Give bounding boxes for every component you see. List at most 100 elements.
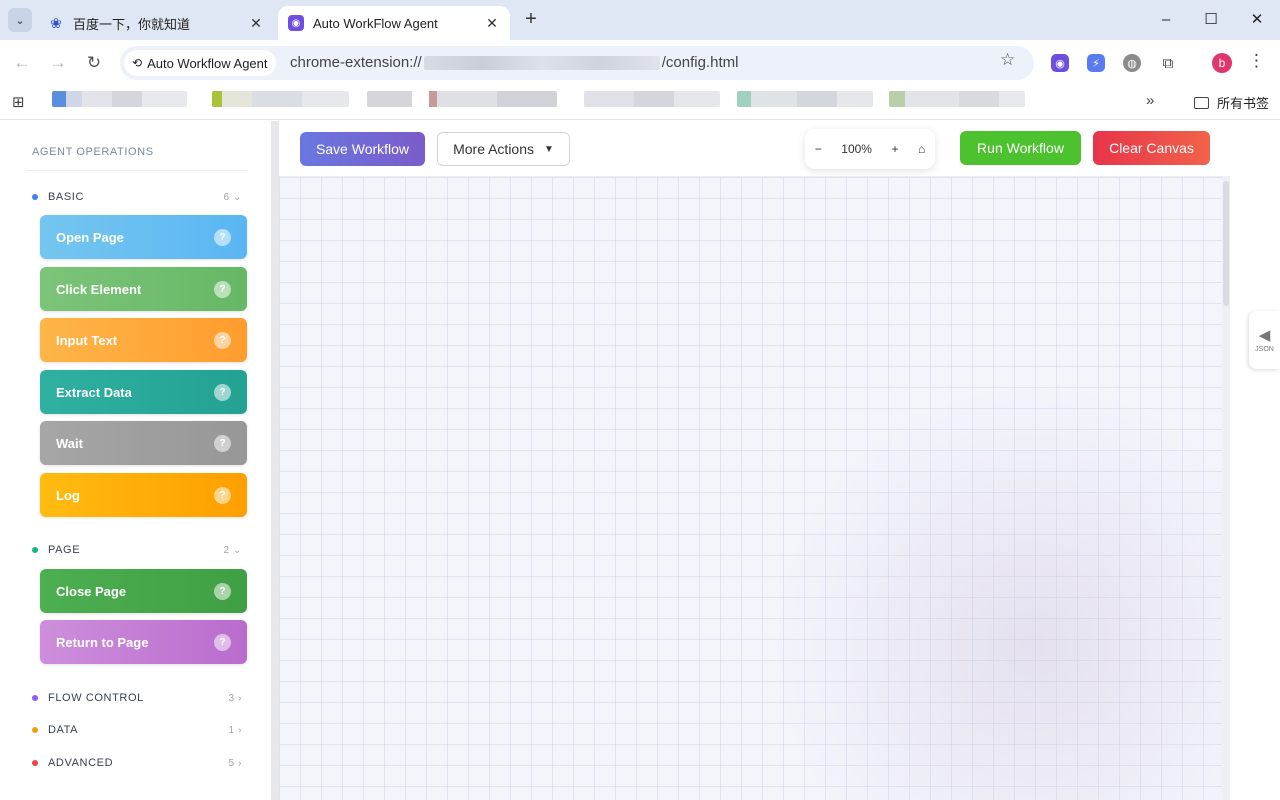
extension-puzzle-icon: ⟲ xyxy=(132,56,143,70)
bookmark-item[interactable] xyxy=(889,91,1025,107)
op-label: Open Page xyxy=(56,229,124,245)
close-icon[interactable]: ✕ xyxy=(482,13,502,33)
group-label: DATA xyxy=(48,724,79,736)
group-label: PAGE xyxy=(48,544,81,556)
op-log[interactable]: Log ? xyxy=(40,473,247,517)
browser-tab-agent[interactable]: ◉ Auto WorkFlow Agent ✕ xyxy=(278,6,510,40)
group-dot xyxy=(32,695,38,701)
op-input-text[interactable]: Input Text ? xyxy=(40,318,247,362)
browser-tabstrip: ⌄ ❀ 百度一下，你就知道 ✕ ◉ Auto WorkFlow Agent ✕ … xyxy=(0,0,1280,40)
bookmarks-overflow-button[interactable]: » xyxy=(1146,92,1154,109)
group-dot xyxy=(32,194,38,200)
help-icon[interactable]: ? xyxy=(214,434,231,452)
group-header-flow-control[interactable]: FLOW CONTROL 3 › xyxy=(32,690,242,706)
site-info-chip[interactable]: ⟲ Auto Workflow Agent xyxy=(124,50,276,76)
op-wait[interactable]: Wait ? xyxy=(40,421,247,465)
sidebar-scrollbar[interactable] xyxy=(271,121,279,800)
shield-extension-icon[interactable]: ◍ xyxy=(1123,54,1141,72)
browser-toolbar: ← → ↻ ⟲ Auto Workflow Agent chrome-exten… xyxy=(0,40,1280,86)
close-icon[interactable]: ✕ xyxy=(246,13,266,33)
canvas-scrollbar[interactable] xyxy=(1222,177,1230,800)
help-icon[interactable]: ? xyxy=(214,228,231,246)
right-margin xyxy=(1230,121,1280,800)
bookmark-item[interactable] xyxy=(52,91,187,107)
tab-search-button[interactable]: ⌄ xyxy=(8,8,32,32)
group-dot xyxy=(32,760,38,766)
window-close-button[interactable]: ✕ xyxy=(1245,8,1269,32)
all-bookmarks-folder[interactable]: 所有书签 xyxy=(1194,93,1269,112)
op-return-to-page[interactable]: Return to Page ? xyxy=(40,620,247,664)
scrollbar-thumb[interactable] xyxy=(1223,181,1229,306)
workflow-canvas[interactable] xyxy=(279,177,1222,800)
folder-icon xyxy=(1194,96,1209,109)
help-icon[interactable]: ? xyxy=(214,582,231,600)
clear-canvas-button[interactable]: Clear Canvas xyxy=(1093,131,1210,165)
arrow-left-icon: ◀ xyxy=(1258,326,1271,344)
forward-arrow-icon[interactable]: → xyxy=(46,51,70,75)
bookmark-star-icon[interactable]: ☆ xyxy=(1000,50,1015,70)
save-workflow-button[interactable]: Save Workflow xyxy=(300,132,425,166)
group-dot xyxy=(32,727,38,733)
op-label: Input Text xyxy=(56,332,118,348)
group-dot xyxy=(32,547,38,553)
json-panel-toggle[interactable]: ◀ JSON xyxy=(1249,311,1280,369)
apps-grid-icon[interactable]: ⊞ xyxy=(12,93,25,111)
group-count: 1 › xyxy=(228,724,242,736)
op-label: Extract Data xyxy=(56,384,132,400)
zoom-out-button[interactable]: − xyxy=(815,142,822,156)
agent-extension-icon[interactable]: ◉ xyxy=(1051,54,1069,72)
group-header-basic[interactable]: BASIC 6 ⌄ xyxy=(32,189,242,205)
back-arrow-icon[interactable]: ← xyxy=(10,51,34,75)
json-toggle-label: JSON xyxy=(1255,345,1274,353)
group-count: 5 › xyxy=(228,757,242,769)
tab-title: Auto WorkFlow Agent xyxy=(313,15,438,31)
bookmarks-bar: ⊞ » 所有书签 xyxy=(0,86,1280,120)
baidu-paw-icon: ❀ xyxy=(50,14,62,31)
op-label: Return to Page xyxy=(56,634,149,650)
zoom-controls: − 100% + ⌂ xyxy=(805,129,935,169)
zoom-in-button[interactable]: + xyxy=(891,142,898,156)
bookmark-item[interactable] xyxy=(584,91,720,107)
minimize-button[interactable]: – xyxy=(1154,8,1178,32)
group-header-advanced[interactable]: ADVANCED 5 › xyxy=(32,755,242,771)
run-workflow-button[interactable]: Run Workflow xyxy=(960,131,1081,165)
lightning-extension-icon[interactable]: ⚡ xyxy=(1087,54,1105,72)
bookmark-item[interactable] xyxy=(367,91,557,107)
zoom-level: 100% xyxy=(841,142,872,156)
new-tab-button[interactable]: + xyxy=(520,9,542,31)
site-chip-label: Auto Workflow Agent xyxy=(147,55,268,71)
menu-kebab-icon[interactable]: ⋮ xyxy=(1248,51,1265,71)
op-close-page[interactable]: Close Page ? xyxy=(40,569,247,613)
agent-robot-icon: ◉ xyxy=(288,15,304,31)
url-text: chrome-extension:// /config.html xyxy=(290,54,738,71)
bookmark-item[interactable] xyxy=(737,91,873,107)
more-actions-dropdown[interactable]: More Actions ▼ xyxy=(437,132,570,166)
help-icon[interactable]: ? xyxy=(214,280,231,298)
address-bar[interactable]: ⟲ Auto Workflow Agent chrome-extension:/… xyxy=(120,46,1034,80)
group-header-data[interactable]: DATA 1 › xyxy=(32,722,242,738)
help-icon[interactable]: ? xyxy=(214,633,231,651)
group-label: BASIC xyxy=(48,191,85,203)
op-click-element[interactable]: Click Element ? xyxy=(40,267,247,311)
op-label: Wait xyxy=(56,435,83,451)
group-header-page[interactable]: PAGE 2 ⌄ xyxy=(32,542,242,558)
maximize-button[interactable]: ☐ xyxy=(1199,8,1223,32)
op-label: Log xyxy=(56,487,80,503)
more-actions-label: More Actions xyxy=(453,141,535,157)
reload-icon[interactable]: ↻ xyxy=(82,51,106,75)
workflow-config-page: AGENT OPERATIONS BASIC 6 ⌄ Open Page ? C… xyxy=(0,121,1280,800)
op-extract-data[interactable]: Extract Data ? xyxy=(40,370,247,414)
bookmark-item[interactable] xyxy=(212,91,349,107)
help-icon[interactable]: ? xyxy=(214,383,231,401)
profile-avatar[interactable]: b xyxy=(1212,53,1232,73)
zoom-reset-button[interactable]: ⌂ xyxy=(918,142,925,156)
url-suffix: /config.html xyxy=(661,54,739,71)
op-open-page[interactable]: Open Page ? xyxy=(40,215,247,259)
canvas-toolbar: Save Workflow More Actions ▼ − 100% + ⌂ … xyxy=(279,121,1230,177)
help-icon[interactable]: ? xyxy=(214,331,231,349)
extensions-puzzle-icon[interactable]: ⧉ xyxy=(1159,54,1177,72)
browser-tab-baidu[interactable]: ❀ 百度一下，你就知道 ✕ xyxy=(38,6,274,40)
operations-sidebar: AGENT OPERATIONS BASIC 6 ⌄ Open Page ? C… xyxy=(0,121,271,800)
help-icon[interactable]: ? xyxy=(214,486,231,504)
group-label: ADVANCED xyxy=(48,757,114,769)
